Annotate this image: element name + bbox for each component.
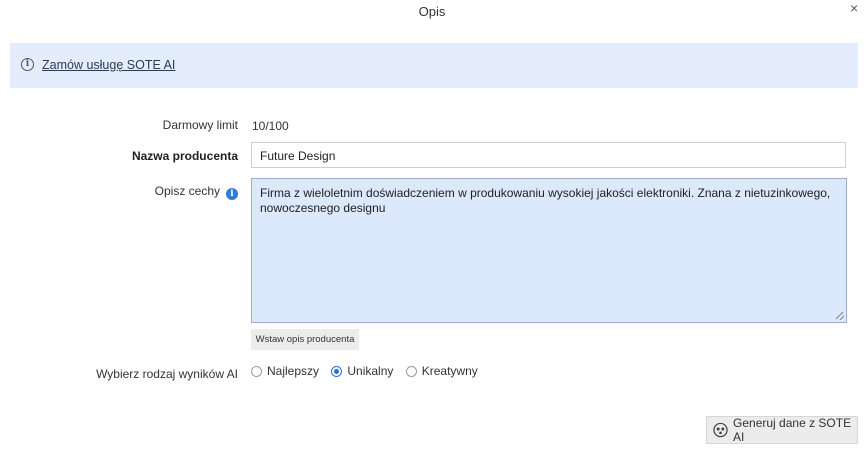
- describe-features-textarea[interactable]: Firma z wieloletnim doświadczeniem w pro…: [251, 178, 847, 323]
- radio-najlepszy[interactable]: Najlepszy: [251, 364, 319, 378]
- free-limit-label: Darmowy limit: [162, 118, 238, 132]
- describe-text: Firma z wieloletnim doświadczeniem w pro…: [260, 186, 831, 215]
- radio-label: Najlepszy: [267, 364, 320, 378]
- info-icon[interactable]: i: [226, 188, 238, 200]
- result-type-radio-group: Najlepszy Unikalny Kreatywny: [251, 364, 487, 380]
- insert-producer-description-button[interactable]: Wstaw opis producenta: [251, 329, 359, 350]
- radio-label: Unikalny: [347, 364, 394, 378]
- radio-circle[interactable]: [251, 365, 262, 377]
- producer-label: Nazwa producenta: [131, 149, 238, 163]
- info-icon: i: [21, 58, 34, 71]
- result-type-label: Wybierz rodzaj wyników AI: [96, 367, 238, 381]
- producer-name-input[interactable]: Future Design: [251, 142, 846, 168]
- dialog-title: Opis: [418, 4, 446, 19]
- radio-kreatywny[interactable]: Kreatywny: [405, 364, 478, 378]
- radio-circle-selected[interactable]: [331, 365, 343, 377]
- generate-button-label: Generuj dane z SOTE AI: [733, 416, 852, 444]
- generate-sote-ai-button[interactable]: Generuj dane z SOTE AI: [706, 416, 858, 444]
- radio-label: Kreatywny: [421, 364, 478, 378]
- describe-label-row: Opisz cechy i: [155, 184, 238, 200]
- order-sote-ai-link[interactable]: Zamów usługę SOTE AI: [42, 58, 175, 72]
- info-banner: i Zamów usługę SOTE AI: [10, 43, 858, 88]
- describe-label: Opisz cechy: [154, 184, 220, 198]
- radio-circle[interactable]: [405, 365, 417, 377]
- close-icon[interactable]: ×: [850, 0, 858, 16]
- resize-handle[interactable]: [836, 312, 844, 320]
- free-limit-value: 10/100: [252, 119, 289, 133]
- ai-sparkle-icon: [713, 422, 728, 438]
- radio-unikalny[interactable]: Unikalny: [331, 364, 393, 378]
